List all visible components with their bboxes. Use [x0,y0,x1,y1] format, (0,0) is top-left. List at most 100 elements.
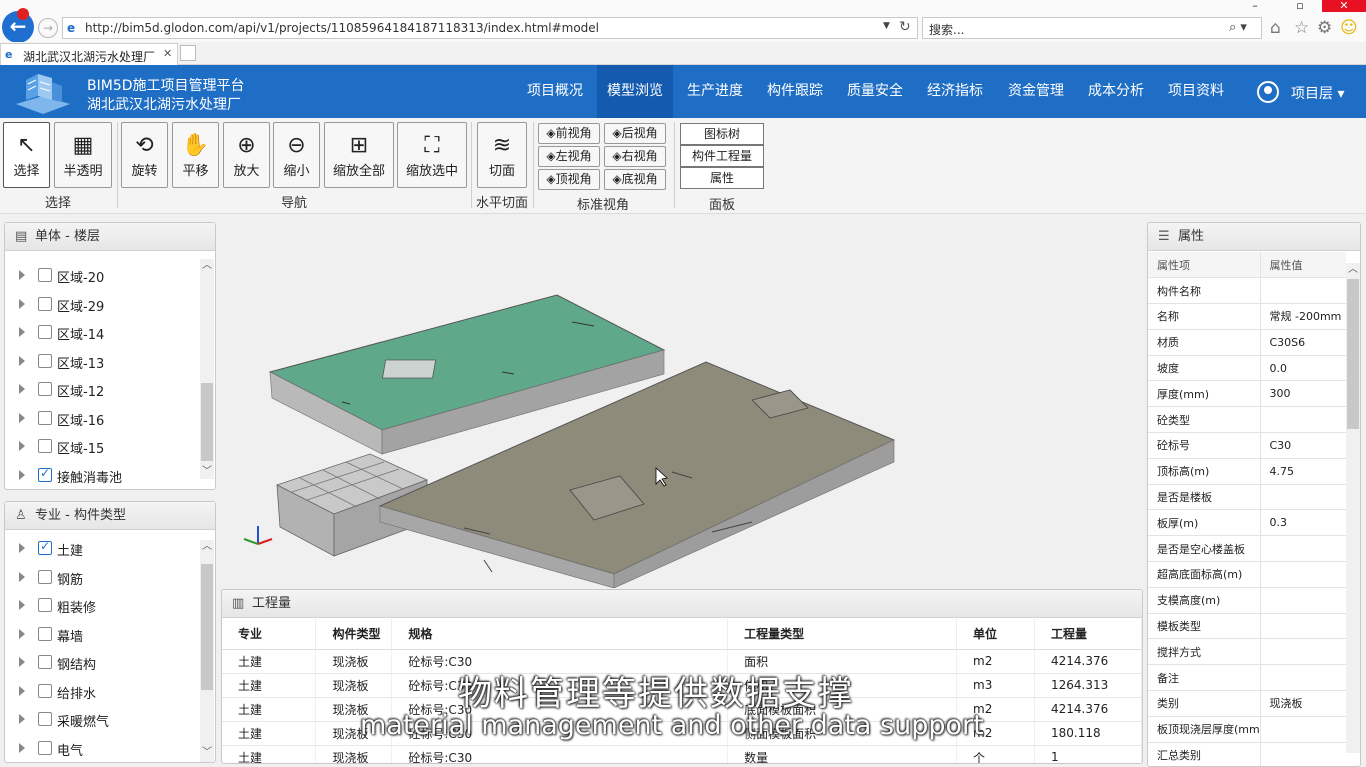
table-row[interactable]: 土建 现浇板 砼标号:C30 数量个 1 [222,745,1142,763]
favorites-star-icon[interactable]: ☆ [1294,18,1309,38]
property-row[interactable]: 模板类型 [1148,613,1346,640]
select-button[interactable]: ↖ 选择 [3,122,50,188]
tab-close-icon[interactable]: ✕ [163,47,172,60]
view-left-button[interactable]: ◈左视角 [538,146,600,167]
expand-arrow-icon[interactable] [19,571,25,582]
panel-icon-tree-button[interactable]: 图标树 [680,123,764,145]
view-right-button[interactable]: ◈右视角 [604,146,666,167]
rotate-button[interactable]: ⟲ 旋转 [121,122,168,188]
expand-arrow-icon[interactable] [19,657,25,667]
property-row[interactable]: 搅拌方式 [1148,638,1346,666]
floor-item[interactable]: 区域-29 [5,291,200,319]
floor-item[interactable]: 区域-20 [5,262,200,290]
search-input[interactable]: 搜索... ⌕ ▾ [922,17,1262,39]
type-item[interactable]: 钢结构 [5,649,200,677]
property-row[interactable]: 材质 C30S6 [1148,329,1346,356]
expand-arrow-icon[interactable] [19,441,25,451]
expand-arrow-icon[interactable] [19,355,25,366]
expand-arrow-icon[interactable] [19,384,25,394]
floor-checkbox[interactable] [38,325,52,339]
nav-fund-management[interactable]: 资金管理 [1001,65,1071,118]
type-item[interactable]: 电气 [5,735,200,763]
quantity-column-header[interactable]: 工程量类型 [727,619,958,650]
floor-item[interactable]: 区域-14 [5,319,200,347]
type-item[interactable]: 给排水 [5,678,200,706]
address-url[interactable]: http://bim5d.glodon.com/api/v1/projects/… [85,21,599,35]
address-dropdown-icon[interactable]: ▼ [883,21,890,31]
type-checkbox[interactable] [38,712,52,726]
property-row[interactable]: 板厚(m) 0.3 [1148,509,1346,537]
floor-scrollbar[interactable]: ︿ ﹀ [200,259,214,479]
user-avatar-icon[interactable] [1257,81,1279,103]
new-tab-icon[interactable] [180,45,196,61]
expand-arrow-icon[interactable] [19,628,25,639]
zoom-in-button[interactable]: ⊕ 放大 [223,122,270,188]
scroll-down-icon[interactable]: ﹀ [200,746,214,760]
zoom-selected-button[interactable]: ⛶ 缩放选中 [397,122,467,188]
expand-arrow-icon[interactable] [19,685,25,696]
property-row[interactable]: 是否是空心楼盖板 [1148,535,1346,563]
floor-checkbox[interactable] [38,268,52,282]
scroll-up-icon[interactable]: ︿ [200,259,214,273]
pan-button[interactable]: ✋ 平移 [172,122,219,188]
property-row[interactable]: 支模高度(m) [1148,587,1346,614]
type-item[interactable]: 采暖燃气 [5,706,200,734]
view-bottom-button[interactable]: ◈底视角 [604,169,666,190]
view-top-button[interactable]: ◈顶视角 [538,169,600,190]
expand-arrow-icon[interactable] [19,600,25,610]
property-row[interactable]: 砼标号 C30 [1148,432,1346,459]
floor-item[interactable]: 接触消毒池 [5,462,200,490]
floor-checkbox[interactable] [38,353,52,368]
type-item[interactable]: 幕墙 [5,621,200,649]
floor-item[interactable]: 区域-16 [5,405,200,433]
type-checkbox[interactable] [38,598,52,612]
nav-economic-indicators[interactable]: 经济指标 [920,65,990,118]
type-item[interactable]: 钢筋 [5,564,200,592]
view-back-button[interactable]: ◈后视角 [604,123,666,144]
type-checkbox[interactable] [38,683,52,698]
quantity-column-header[interactable]: 单位 [956,619,1035,650]
close-window-icon[interactable]: ✕ [1322,0,1366,12]
expand-arrow-icon[interactable] [19,714,25,724]
type-checkbox[interactable] [38,539,52,555]
quantity-column-header[interactable]: 规格 [391,619,729,650]
type-checkbox[interactable] [38,569,52,584]
property-row[interactable]: 砼类型 [1148,406,1346,434]
property-row[interactable]: 备注 [1148,664,1346,692]
expand-arrow-icon[interactable] [19,270,25,280]
property-row[interactable]: 汇总类别 [1148,742,1346,766]
property-row[interactable]: 超高底面标高(m) [1148,561,1346,588]
expand-arrow-icon[interactable] [19,469,25,480]
expand-arrow-icon[interactable] [19,298,25,309]
floor-checkbox[interactable] [38,410,52,425]
expand-arrow-icon[interactable] [19,412,25,423]
floor-checkbox[interactable] [38,296,52,311]
property-row[interactable]: 顶标高(m) 4.75 [1148,458,1346,485]
property-row[interactable]: 构件名称 [1148,277,1346,305]
home-icon[interactable]: ⌂ [1270,18,1281,38]
maximize-icon[interactable]: ▫ [1285,0,1315,12]
floor-item[interactable]: 区域-15 [5,433,200,461]
address-bar[interactable]: e http://bim5d.glodon.com/api/v1/project… [62,17,918,39]
expand-arrow-icon[interactable] [19,742,25,753]
forward-arrow-icon[interactable]: → [38,18,58,38]
quantity-column-header[interactable]: 工程量 [1034,619,1142,650]
translucent-button[interactable]: ▦ 半透明 [54,122,112,188]
panel-properties-button[interactable]: 属性 [680,167,764,189]
property-row[interactable]: 类别 现浇板 [1148,690,1346,717]
minimize-icon[interactable]: – [1240,0,1270,12]
scroll-thumb[interactable] [1347,279,1359,429]
scroll-up-icon[interactable]: ︿ [200,540,214,554]
property-row[interactable]: 坡度 0.0 [1148,355,1346,382]
scroll-thumb[interactable] [201,564,213,690]
type-item[interactable]: 土建 [5,535,200,563]
property-row[interactable]: 名称 常规 -200mm [1148,303,1346,330]
smiley-icon[interactable]: ☺ [1340,18,1358,38]
floor-checkbox[interactable] [38,466,52,482]
model-3d-canvas[interactable] [222,222,1140,589]
type-checkbox[interactable] [38,655,52,669]
zoom-all-button[interactable]: ⊞ 缩放全部 [324,122,394,188]
section-button[interactable]: ≋ 切面 [477,122,527,188]
type-checkbox[interactable] [38,740,52,755]
property-row[interactable]: 板顶现浇层厚度(mm) [1148,716,1346,743]
